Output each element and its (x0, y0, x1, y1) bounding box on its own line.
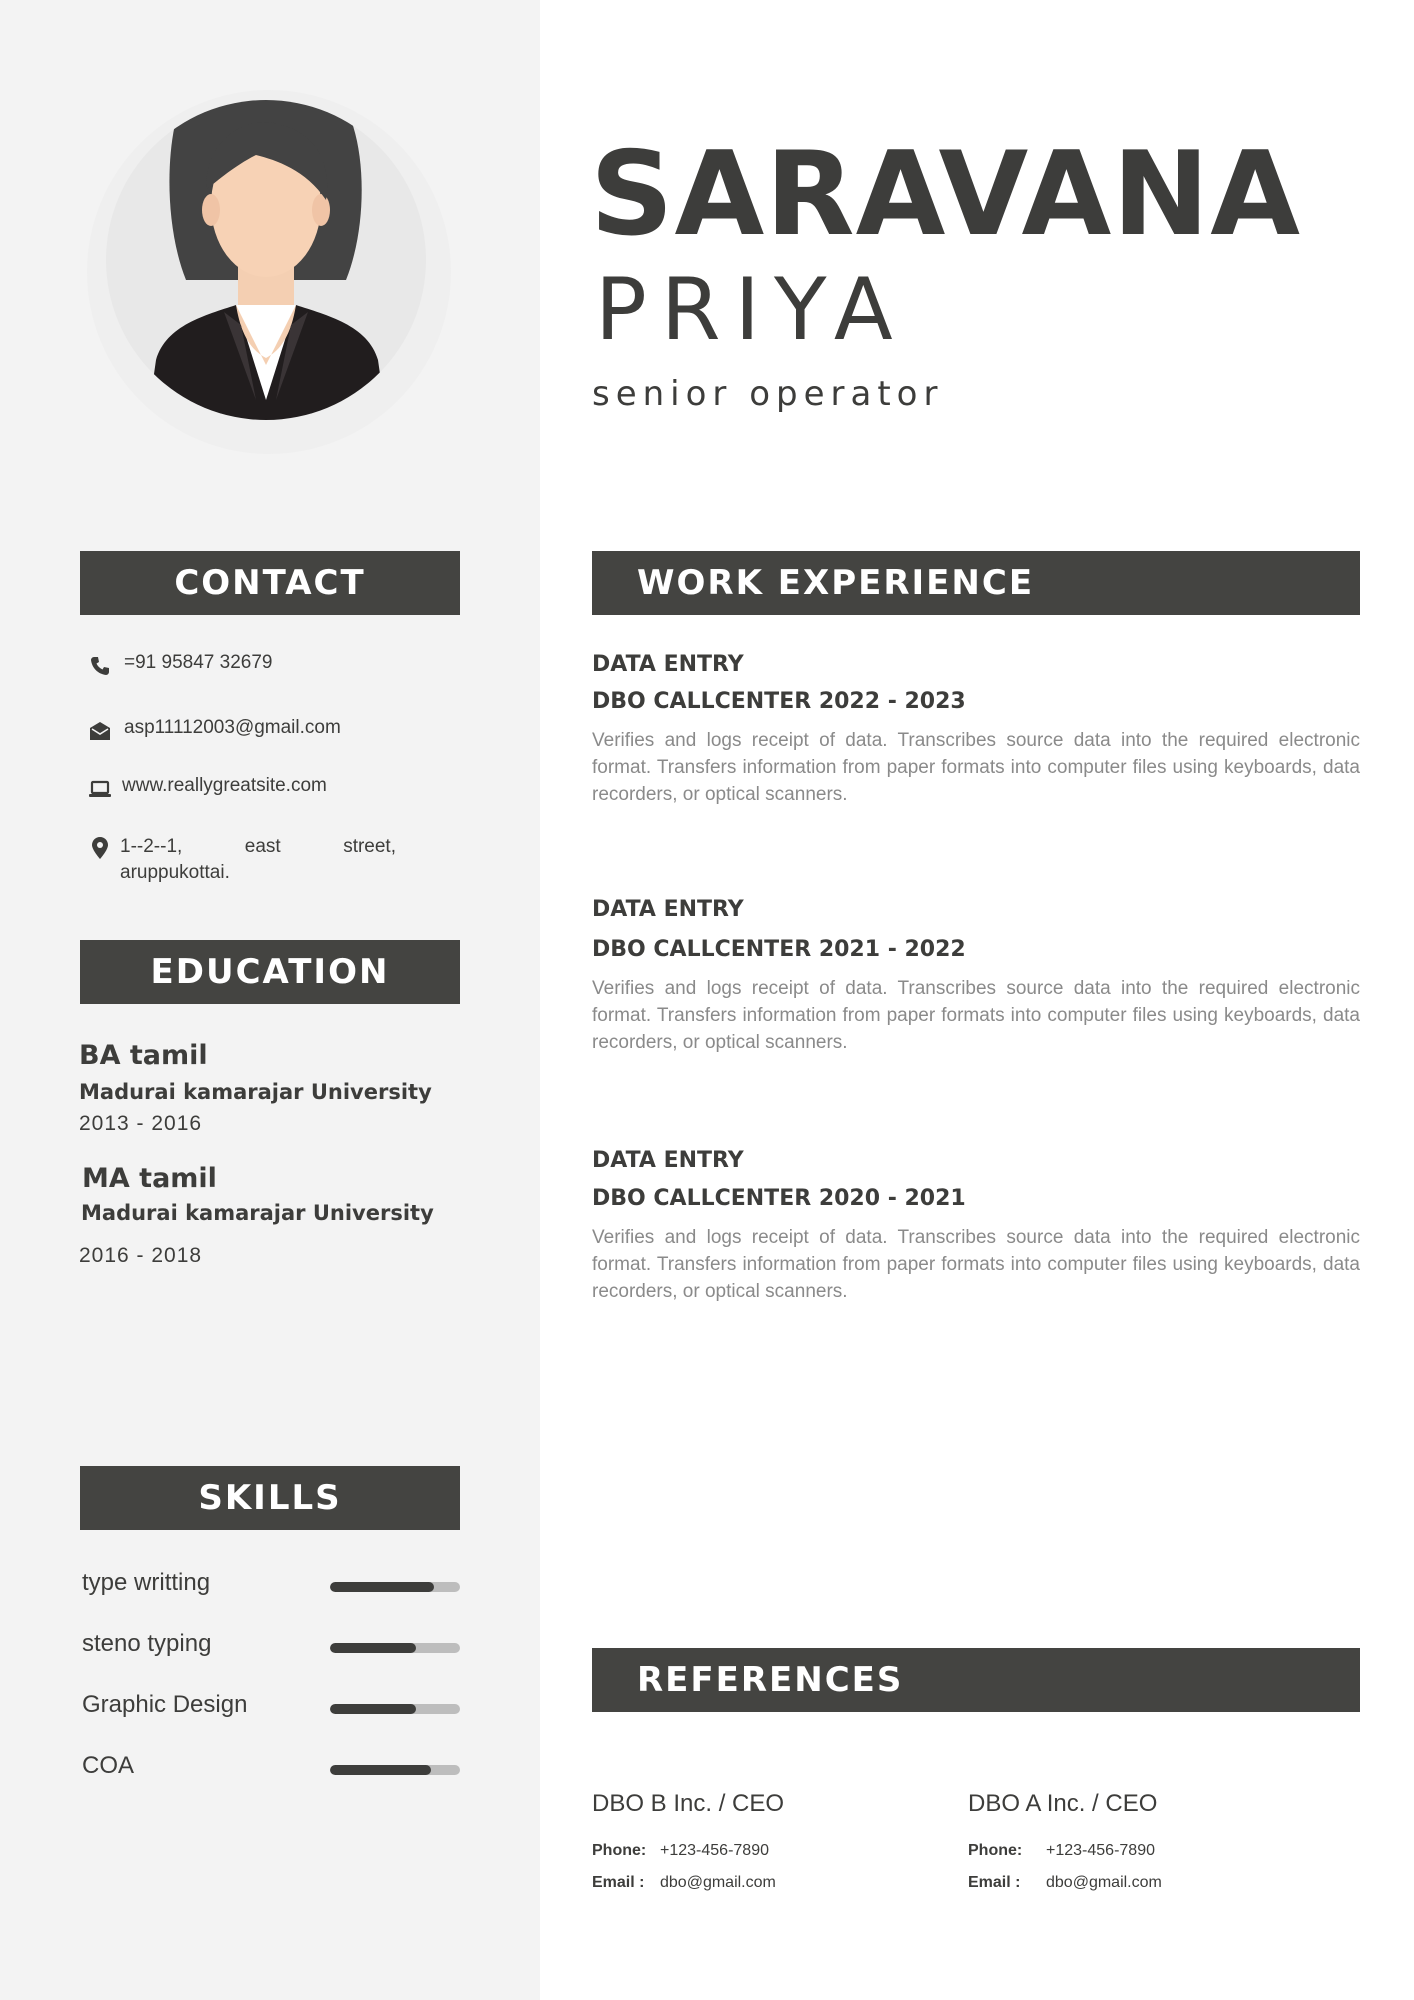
location-pin-icon (88, 836, 112, 860)
job-company: DBO CALLCENTER 2021 - 2022 (592, 937, 966, 962)
email-label: Email : (592, 1874, 645, 1891)
job-company: DBO CALLCENTER 2022 - 2023 (592, 689, 966, 714)
first-name: SARAVANA (590, 127, 1302, 262)
job-description: Verifies and logs receipt of data. Trans… (592, 1227, 1360, 1302)
email-label: Email : (968, 1874, 1021, 1891)
skill-label: type writting (82, 1569, 211, 1596)
reference-email: Email : dbo@gmail.com (592, 1874, 776, 1892)
phone-label: Phone: (968, 1842, 1023, 1859)
references-heading: REFERENCES (592, 1648, 1360, 1712)
reference-phone-value: +123-456-7890 (1046, 1842, 1155, 1859)
skill-fill (330, 1582, 434, 1592)
address-text: 1--2--1, east street, aruppukottai. (120, 836, 396, 883)
phone-number: =91 95847 32679 (124, 652, 273, 673)
education-years: 2016 - 2018 (79, 1244, 203, 1267)
reference-email-value[interactable]: dbo@gmail.com (660, 1874, 776, 1891)
reference-phone: Phone: +123-456-7890 (592, 1842, 769, 1860)
education-years: 2013 - 2016 (79, 1112, 203, 1135)
job-description: Verifies and logs receipt of data. Trans… (592, 978, 1360, 1053)
job-role: DATA ENTRY (592, 897, 744, 922)
reference-phone: Phone: +123-456-7890 (968, 1842, 1155, 1860)
job-role: DATA ENTRY (592, 1148, 744, 1173)
job-description: Verifies and logs receipt of data. Trans… (592, 730, 1360, 805)
reference-email: Email : dbo@gmail.com (968, 1874, 1162, 1892)
skill-bar (330, 1582, 460, 1592)
website-url[interactable]: www.reallygreatsite.com (122, 775, 327, 797)
skill-bar (330, 1704, 460, 1714)
job-title: senior operator (592, 374, 944, 414)
email-address[interactable]: asp11112003@gmail.com (124, 717, 341, 739)
education-heading: EDUCATION (80, 940, 460, 1004)
skill-fill (330, 1765, 432, 1775)
reference-phone-value: +123-456-7890 (660, 1842, 769, 1859)
skill-label: steno typing (82, 1630, 212, 1657)
phone-icon (88, 654, 112, 678)
job-role: DATA ENTRY (592, 652, 744, 677)
skill-fill (330, 1704, 416, 1714)
reference-name: DBO A Inc. / CEO (968, 1790, 1158, 1817)
phone-label: Phone: (592, 1842, 647, 1859)
contact-heading: CONTACT (80, 551, 460, 615)
education-degree: MA tamil (82, 1163, 217, 1194)
skill-label: Graphic Design (82, 1691, 248, 1718)
skill-fill (330, 1643, 416, 1653)
laptop-icon (88, 777, 112, 801)
reference-name: DBO B Inc. / CEO (592, 1790, 785, 1817)
last-name: PRIYA (595, 260, 907, 360)
envelope-icon (88, 719, 112, 743)
education-school: Madurai kamarajar University (81, 1201, 434, 1225)
education-school: Madurai kamarajar University (79, 1080, 432, 1104)
work-experience-heading: WORK EXPERIENCE (592, 551, 1360, 615)
skill-bar (330, 1643, 460, 1653)
profile-avatar (106, 100, 426, 420)
job-company: DBO CALLCENTER 2020 - 2021 (592, 1186, 966, 1211)
skill-bar (330, 1765, 460, 1775)
education-degree: BA tamil (79, 1040, 208, 1071)
skill-label: COA (82, 1752, 135, 1779)
skills-heading: SKILLS (80, 1466, 460, 1530)
reference-email-value[interactable]: dbo@gmail.com (1046, 1874, 1162, 1891)
